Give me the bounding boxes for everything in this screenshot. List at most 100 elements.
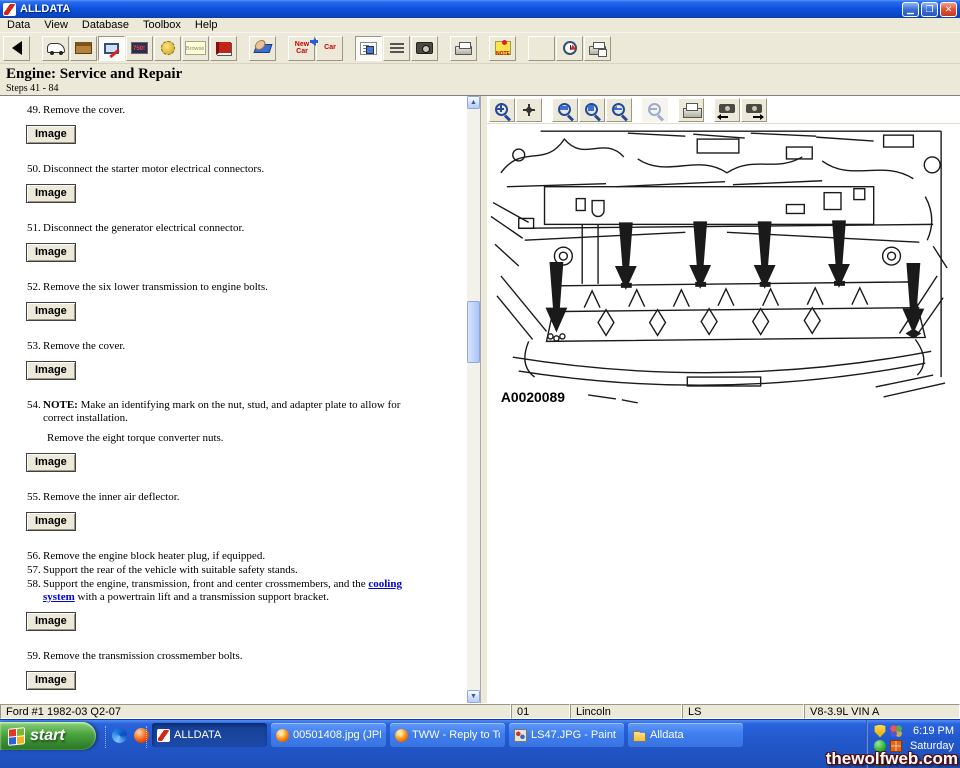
- list-view-button[interactable]: [355, 36, 382, 61]
- image-button[interactable]: Image: [26, 612, 76, 631]
- print-image-button[interactable]: [678, 98, 704, 122]
- task-label: Alldata: [650, 730, 738, 741]
- task-button-alldata[interactable]: ALLDATA: [152, 723, 267, 747]
- zoom-100-button[interactable]: [552, 98, 578, 122]
- tools-button[interactable]: [249, 36, 276, 61]
- step-item: 55.Remove the inner air deflector.: [0, 491, 466, 504]
- next-image-icon: [745, 103, 763, 117]
- title-bar: ALLDATA ▁ ❐ ✕: [0, 0, 960, 18]
- history-icon: [563, 41, 577, 55]
- note-button[interactable]: NOTE: [489, 36, 516, 61]
- step-text: Remove the engine block heater plug, if …: [43, 550, 425, 563]
- zoom-in-button[interactable]: [489, 98, 515, 122]
- step-item: 56.Remove the engine block heater plug, …: [0, 550, 466, 563]
- history-button[interactable]: [556, 36, 583, 61]
- text-view-button[interactable]: [383, 36, 410, 61]
- page-title: Engine: Service and Repair: [6, 65, 954, 83]
- task-button-folder[interactable]: Alldata: [628, 723, 743, 747]
- print-image-icon: [683, 103, 700, 117]
- cooling-system-link[interactable]: cooling system: [43, 578, 402, 603]
- zoom-100-icon: [556, 101, 574, 119]
- step-text: Remove the inner air deflector.: [43, 491, 425, 504]
- menu-toolbox[interactable]: Toolbox: [136, 19, 188, 31]
- book-button[interactable]: [210, 36, 237, 61]
- toolbar-gap: [439, 48, 450, 49]
- step-number: 56.: [27, 550, 43, 563]
- menu-data[interactable]: Data: [0, 19, 37, 31]
- car-select-button[interactable]: Car: [316, 36, 343, 61]
- step-item: 57.Support the rear of the vehicle with …: [0, 564, 466, 577]
- text-view-icon: [390, 43, 404, 54]
- scroll-thumb[interactable]: [467, 301, 480, 363]
- internet-explorer-icon[interactable]: [112, 728, 127, 743]
- step-text: Support the engine, transmission, front …: [43, 578, 425, 604]
- new-car-icon: [291, 48, 292, 49]
- scroll-up-button[interactable]: ▲: [467, 96, 480, 109]
- task-button-firefox[interactable]: 00501408.jpg (JPEG ...: [271, 723, 386, 747]
- image-button[interactable]: Image: [26, 671, 76, 690]
- step-text: Disconnect the generator electrical conn…: [43, 222, 425, 235]
- image-button[interactable]: Image: [26, 125, 76, 144]
- step-text: Remove the six lower transmission to eng…: [43, 281, 425, 294]
- task-label: LS47.JPG - Paint: [531, 730, 619, 741]
- minimize-button[interactable]: ▁: [902, 2, 919, 17]
- shop-button[interactable]: [70, 36, 97, 61]
- prev-image-button[interactable]: [714, 98, 740, 122]
- print-setup-button[interactable]: [584, 36, 611, 61]
- vertical-scrollbar[interactable]: ▲ ▼: [467, 96, 480, 703]
- zoom-fit-button[interactable]: [579, 98, 605, 122]
- figure-label: A0020089: [501, 389, 565, 405]
- print-button[interactable]: [450, 36, 477, 61]
- start-label: start: [30, 728, 65, 744]
- task-button-paint[interactable]: LS47.JPG - Paint: [509, 723, 624, 747]
- toolbar-gap: [344, 48, 355, 49]
- zoom-width-button[interactable]: [606, 98, 632, 122]
- taskbar-separator: [146, 726, 148, 748]
- parts-button[interactable]: [154, 36, 181, 61]
- pan-button[interactable]: [516, 98, 542, 122]
- menu-help[interactable]: Help: [188, 19, 225, 31]
- zoom-in-icon: [493, 101, 511, 119]
- note-label: NOTE: [496, 52, 510, 57]
- tray-flower-icon[interactable]: [890, 725, 902, 737]
- vehicle-button[interactable]: [42, 36, 69, 61]
- close-button[interactable]: ✕: [940, 2, 957, 17]
- toolbar-gap: [31, 48, 42, 49]
- image-button[interactable]: Image: [26, 453, 76, 472]
- image-button[interactable]: Image: [26, 302, 76, 321]
- status-code: 01: [511, 704, 570, 719]
- step-item: 51.Disconnect the generator electrical c…: [0, 222, 466, 235]
- image-button[interactable]: Image: [26, 184, 76, 203]
- print-icon: [455, 46, 472, 55]
- restore-button[interactable]: ❐: [921, 2, 938, 17]
- help-button[interactable]: [528, 36, 555, 61]
- next-image-button[interactable]: [741, 98, 767, 122]
- menu-view[interactable]: View: [37, 19, 75, 31]
- image-button[interactable]: Image: [26, 361, 76, 380]
- step-text: Support the rear of the vehicle with sui…: [43, 564, 425, 577]
- menu-database[interactable]: Database: [75, 19, 136, 31]
- task-button-firefox[interactable]: TWW - Reply to Topic...: [390, 723, 505, 747]
- start-button[interactable]: start: [0, 722, 96, 750]
- step-number: 59.: [27, 650, 43, 663]
- alldata-app-icon: [3, 3, 16, 16]
- repair-button[interactable]: [98, 36, 125, 61]
- step-text: Remove the transmission crossmember bolt…: [43, 650, 425, 663]
- step-item: 49.Remove the cover.: [0, 104, 466, 117]
- tsb-button[interactable]: 750!: [126, 36, 153, 61]
- procedure-pane: 49.Remove the cover. Image 50.Disconnect t…: [0, 96, 481, 703]
- step-item: 50.Disconnect the starter motor electric…: [0, 163, 466, 176]
- security-shield-icon[interactable]: [874, 725, 886, 738]
- status-document: Ford #1 1982-03 Q2-07: [0, 704, 511, 719]
- scroll-down-button[interactable]: ▼: [467, 690, 480, 703]
- prev-image-icon: [718, 103, 736, 117]
- images-button[interactable]: [411, 36, 438, 61]
- image-button[interactable]: Image: [26, 243, 76, 262]
- clock[interactable]: 6:19 PM: [913, 726, 956, 737]
- step-text-continued: Remove the eight torque converter nuts.: [47, 432, 466, 445]
- image-button[interactable]: Image: [26, 512, 76, 531]
- step-number: 57.: [27, 564, 43, 577]
- back-button[interactable]: [3, 36, 30, 61]
- page-header: Engine: Service and Repair Steps 41 - 84: [0, 63, 960, 95]
- browse-button[interactable]: Browse: [182, 36, 209, 61]
